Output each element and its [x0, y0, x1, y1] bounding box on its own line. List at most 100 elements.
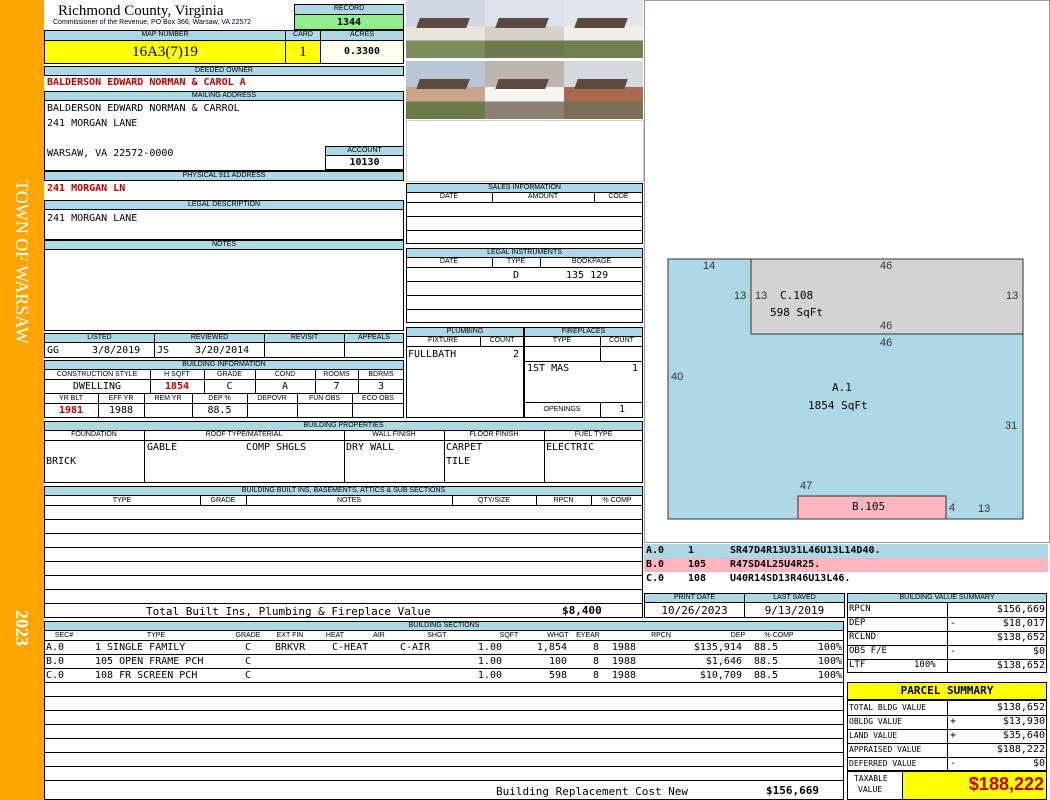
commissioner-line: Commissioner of the Revenue, PO Box 366,…	[53, 19, 252, 26]
ps-value: $138,652	[996, 702, 1045, 713]
sections-header-0: SEC#	[54, 632, 74, 639]
prop-header-foundation: FOUNDATION	[71, 431, 117, 438]
bi2-header-5: FUN OBS	[308, 395, 341, 402]
account-value: 10130	[325, 155, 404, 170]
builtins-header-5: % COMP	[602, 497, 632, 504]
mailing-line-1: BALDERSON EDWARD NORMAN & CARROL	[47, 103, 240, 114]
vector-code: 108	[688, 573, 707, 584]
builtins-total-value: $8,400	[562, 604, 602, 617]
bi2-header-1: EFF YR	[108, 395, 134, 402]
roof-shape	[495, 18, 549, 28]
builtins-header-3: QTY/SIZE	[478, 497, 510, 504]
builtins-header-1: GRADE	[210, 497, 236, 504]
bi-header-5: BDRMS	[368, 371, 394, 378]
vector-code: 105	[688, 559, 707, 570]
ps-label: TOTAL BLDG VALUE	[849, 703, 927, 712]
bi-value-1: 1854	[164, 381, 190, 392]
section-cell: B.0	[46, 656, 65, 667]
floor-finish-1: CARPET	[446, 442, 483, 453]
sales-header-date: DATE	[439, 193, 459, 200]
sketch-dimension: 13	[755, 290, 768, 302]
listed-by: GG	[47, 345, 60, 356]
fireplaces-header-type: TYPE	[552, 337, 572, 344]
bi2-header-3: DEP %	[208, 395, 231, 402]
vs-label: RCLND	[849, 632, 877, 642]
section-cell: 108 FR SCREEN PCH	[95, 670, 198, 681]
bi2-value-1: 1988	[108, 405, 134, 416]
vector-path: U40R14SD13R46U13L46.	[730, 573, 851, 584]
ps-value: $0	[1032, 758, 1045, 769]
vs-pct: 100%	[914, 660, 936, 670]
openings-value: 1	[618, 404, 625, 415]
property-photo	[564, 61, 643, 119]
card-value: 1	[285, 40, 321, 64]
bi2-value-0: 1981	[58, 405, 84, 416]
reviewed-by: JS	[157, 345, 170, 356]
bi2-header-4: DEPOVR	[257, 395, 287, 402]
roof-shape	[416, 79, 470, 89]
bi2-value-3: 88.5	[207, 405, 232, 416]
section-cell: 100%	[817, 642, 842, 653]
vector-sec: B.0	[646, 559, 665, 570]
section-cell: 598	[548, 670, 567, 681]
wall-finish-value: DRY WALL	[346, 442, 395, 453]
vs-label: OBS F/E	[849, 646, 887, 656]
fireplace-type: 1ST MAS	[527, 363, 570, 374]
ps-value: $188,222	[996, 744, 1045, 755]
sketch-dimension: 46	[880, 320, 893, 332]
sections-header-5: AIR	[373, 632, 385, 639]
deeded-owner-label: DEEDED OWNER	[44, 66, 404, 76]
plumbing-fixture: FULLBATH	[408, 349, 457, 360]
sales-header-amount: AMOUNT	[527, 193, 559, 200]
section-cell: 88.5	[753, 670, 778, 681]
sections-header-3: EXT FIN	[276, 632, 304, 639]
reviewed-date: 3/20/2014	[195, 345, 250, 356]
vs-value: $156,669	[996, 604, 1045, 615]
property-photo	[406, 61, 485, 119]
county-title: Richmond County, Virginia	[58, 3, 224, 19]
vs-label: RPCN	[849, 604, 871, 614]
section-cell: C.0	[46, 670, 65, 681]
vs-label: LTF	[849, 660, 866, 670]
bi-header-4: ROOMS	[323, 371, 350, 378]
vs-value: $0	[1032, 646, 1045, 657]
section-cell: C	[245, 656, 252, 667]
sketch-dimension: 46	[880, 337, 893, 349]
mailing-line-3: WARSAW, VA 22572-0000	[47, 148, 174, 159]
bi-value-5: 3	[377, 381, 385, 392]
ps-label: APPRAISED VALUE	[849, 745, 922, 754]
print-date-value: 10/26/2023	[661, 604, 728, 617]
map-number-value: 16A3(7)19	[44, 40, 286, 64]
sections-header-9: EYEAR	[576, 632, 600, 639]
vector-sec: A.0	[646, 545, 665, 556]
bi2-header-2: REM YR	[154, 395, 182, 402]
builtins-total-label: Total Built Ins, Plumbing & Fireplace Va…	[146, 605, 431, 618]
sketch-area-label: B.105	[852, 500, 886, 513]
acres-value: 0.3300	[320, 40, 404, 64]
roof-type-value: GABLE	[147, 442, 178, 453]
prop-header-wall: WALL FINISH	[372, 431, 416, 438]
roof-material-value: COMP SHGLS	[246, 442, 307, 453]
ps-sign: +	[950, 716, 957, 727]
prop-header-fuel: FUEL TYPE	[574, 431, 613, 438]
section-cell: C-AIR	[400, 642, 431, 653]
replacement-value: $156,669	[766, 784, 819, 797]
town-label: TOWN OF WARSAW	[12, 180, 32, 344]
sections-header-4: HEAT	[325, 632, 345, 639]
bi-header-1: H SQFT	[164, 371, 190, 378]
sketch-dimension: 13	[734, 290, 747, 302]
li-header-type: TYPE	[506, 258, 526, 265]
vs-value: $138,652	[996, 632, 1045, 643]
li-type: D	[513, 270, 520, 281]
vector-code: 1	[688, 545, 695, 556]
sketch-dimension: 14	[703, 260, 716, 272]
openings-label: OPENINGS	[543, 406, 581, 413]
section-cell: C-HEAT	[332, 642, 369, 653]
section-cell: 8	[592, 642, 599, 653]
vs-sign: -	[950, 618, 957, 629]
physical-address-value: 241 MORGAN LN	[47, 183, 126, 194]
taxable-label-2: VALUE	[858, 785, 883, 794]
section-cell: C	[245, 670, 252, 681]
floor-finish-2: TILE	[446, 456, 471, 467]
mailing-line-2: 241 MORGAN LANE	[47, 118, 138, 129]
